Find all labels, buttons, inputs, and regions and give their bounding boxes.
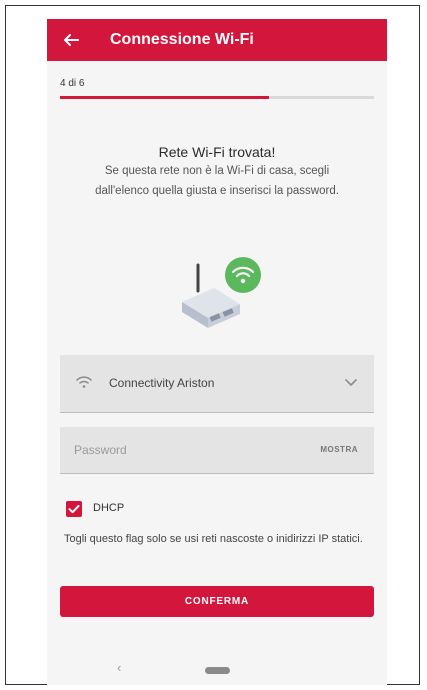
network-select-value: Connectivity Ariston [109,376,215,390]
network-select[interactable]: Connectivity Ariston [60,355,374,413]
nav-back-icon[interactable]: ‹ [117,660,121,675]
checkmark-icon [68,505,80,514]
wifi-icon [76,376,92,388]
back-button[interactable] [63,27,85,53]
wifi-badge-icon [225,257,261,293]
password-input[interactable] [60,427,304,473]
router-wifi-illustration [182,257,261,328]
page-title: Connessione Wi-Fi [110,31,254,48]
nav-home-pill[interactable] [205,667,230,674]
system-nav-bar: ‹ [47,655,387,685]
dhcp-label: DHCP [93,502,125,514]
progress-bar [60,96,374,99]
network-found-heading: Rete Wi-Fi trovata! [158,144,276,160]
app-bar: Connessione Wi-Fi [47,19,387,61]
password-field-container: MOSTRA [60,427,374,474]
step-indicator: 4 di 6 [60,78,85,89]
dhcp-note: Togli questo flag solo se usi reti nasco… [64,533,363,545]
confirm-button[interactable]: CONFERMA [60,586,374,617]
progress-bar-fill [60,96,270,99]
instruction-text: Se questa rete non è la Wi-Fi di casa, s… [95,165,339,197]
dhcp-checkbox[interactable] [66,501,82,517]
chevron-down-icon [345,379,357,386]
show-password-button[interactable]: MOSTRA [320,427,358,473]
arrow-left-icon [64,34,79,46]
app-screen: Connessione Wi-Fi 4 di 6 Rete Wi-Fi trov… [47,19,387,685]
